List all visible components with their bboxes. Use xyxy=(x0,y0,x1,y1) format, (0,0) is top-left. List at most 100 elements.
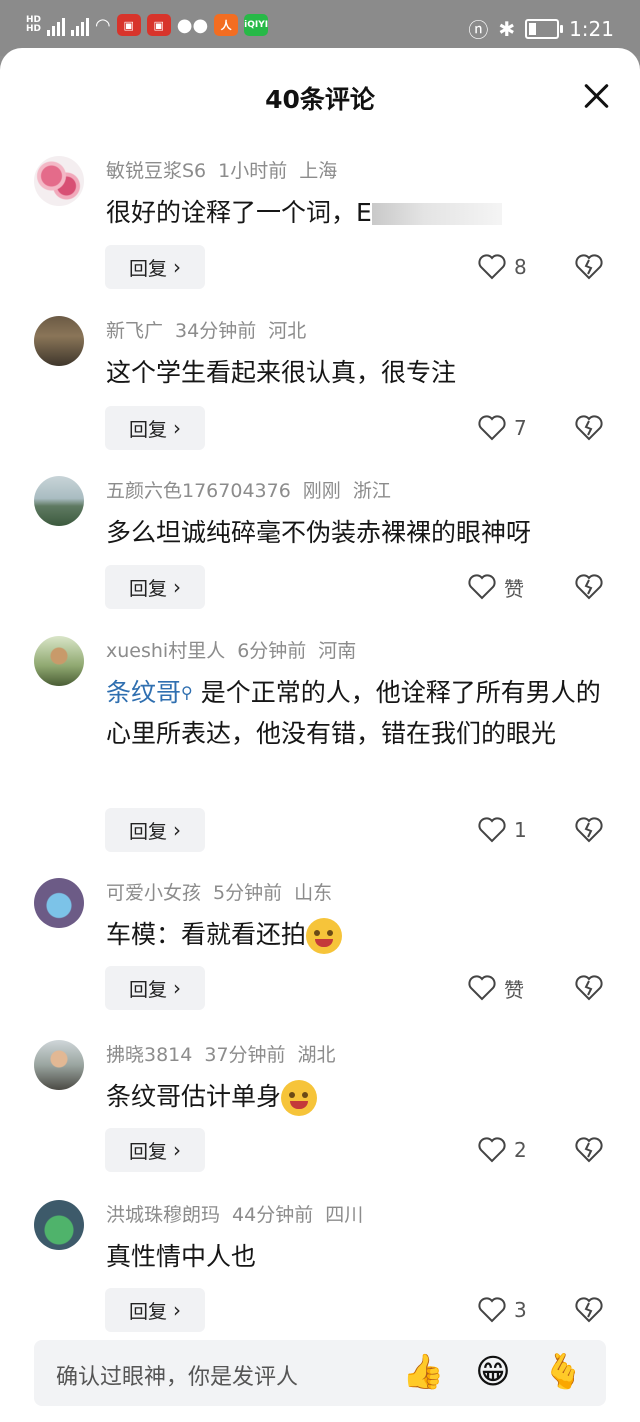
comment-username[interactable]: 新飞广 xyxy=(106,320,163,342)
heart-hand-icon[interactable]: 🫰 xyxy=(542,1351,584,1393)
comment-time: 34分钟前 xyxy=(175,320,257,342)
status-left-icons: HD HD ◠ ▣ ▣ ●● 人 iQIYI xyxy=(26,14,269,36)
comment-text: 条纹哥估计单身 xyxy=(106,1076,606,1117)
app-icon-orange: 人 xyxy=(214,14,239,36)
comment-text: 真性情中人也 xyxy=(106,1242,257,1271)
avatar[interactable] xyxy=(34,1040,84,1090)
comment-username[interactable]: xueshi村里人 xyxy=(106,640,225,662)
heart-icon xyxy=(468,574,496,600)
reply-button[interactable]: 回复 › xyxy=(105,565,205,609)
comments-sheet: 40条评论 敏锐豆浆S6 1小时前 上海 很好的诠释了一个词，E 回复 › 8 新飞广… xyxy=(0,48,640,1422)
signal-4g-icon xyxy=(47,14,66,36)
like-button[interactable]: 赞 xyxy=(468,966,548,1010)
like-count: 2 xyxy=(514,1138,527,1162)
search-icon: ⚲ xyxy=(181,683,193,702)
heart-icon xyxy=(478,415,506,441)
chevron-right-icon: › xyxy=(173,976,181,1000)
like-button[interactable]: 8 xyxy=(478,245,558,289)
grin-icon[interactable]: 😁 xyxy=(472,1351,514,1393)
comment-location: 浙江 xyxy=(352,480,391,502)
comment-username[interactable]: 拂晓3814 xyxy=(106,1044,192,1066)
comment-location: 河南 xyxy=(318,640,357,662)
comment-text: 车模：看就看还拍 xyxy=(106,914,606,955)
comment-input-bar[interactable]: 确认过眼神，你是发评人 👍 😁 🫰 xyxy=(34,1340,606,1406)
reply-button[interactable]: 回复 › xyxy=(105,245,205,289)
avatar[interactable] xyxy=(34,476,84,526)
iqiyi-icon: iQIYI xyxy=(244,14,269,36)
dislike-button[interactable] xyxy=(573,1288,605,1332)
comment-time: 6分钟前 xyxy=(237,640,307,662)
app-icon-red: ▣ xyxy=(146,14,171,36)
comment-time: 37分钟前 xyxy=(204,1044,286,1066)
bluetooth-icon: ✱ xyxy=(498,16,516,41)
chevron-right-icon: › xyxy=(173,575,181,599)
heart-icon xyxy=(468,975,496,1001)
comment-input-placeholder[interactable]: 确认过眼神，你是发评人 xyxy=(56,1359,298,1391)
like-button[interactable]: 7 xyxy=(478,406,558,450)
broken-heart-icon xyxy=(575,975,603,1001)
broken-heart-icon xyxy=(575,1137,603,1163)
reply-button[interactable]: 回复 › xyxy=(105,808,205,852)
dislike-button[interactable] xyxy=(573,1128,605,1172)
thumbs-up-icon[interactable]: 👍 xyxy=(402,1351,444,1393)
comment-username[interactable]: 可爱小女孩 xyxy=(106,882,201,904)
comment-username[interactable]: 敏锐豆浆S6 xyxy=(106,160,206,182)
comment-location: 上海 xyxy=(299,160,338,182)
comment-time: 5分钟前 xyxy=(213,882,283,904)
like-button[interactable]: 3 xyxy=(478,1288,558,1332)
heart-icon xyxy=(478,1137,506,1163)
comment-username[interactable]: 洪城珠穆朗玛 xyxy=(106,1204,220,1226)
chevron-right-icon: › xyxy=(173,416,181,440)
mention-link[interactable]: 条纹哥 xyxy=(106,678,181,707)
nfc-icon: ⓝ xyxy=(468,18,489,42)
comment-meta: 新飞广 34分钟前 河北 xyxy=(106,316,318,343)
broken-heart-icon xyxy=(575,574,603,600)
comment-location: 湖北 xyxy=(297,1044,336,1066)
chevron-right-icon: › xyxy=(173,818,181,842)
chevron-right-icon: › xyxy=(173,1138,181,1162)
comment-meta: 敏锐豆浆S6 1小时前 上海 xyxy=(106,156,349,183)
comment-meta: 五颜六色176704376 刚刚 浙江 xyxy=(106,476,403,503)
like-count: 8 xyxy=(514,255,527,279)
chevron-right-icon: › xyxy=(173,1298,181,1322)
comment-location: 山东 xyxy=(294,882,333,904)
comment-text: 多么坦诚纯碎毫不伪装赤裸裸的眼神呀 xyxy=(106,518,532,547)
wechat-icon: ●● xyxy=(176,14,209,36)
avatar[interactable] xyxy=(34,636,84,686)
battery-icon xyxy=(525,18,564,39)
dislike-button[interactable] xyxy=(573,808,605,852)
like-count: 赞 xyxy=(504,576,524,601)
signal-4g-icon xyxy=(71,14,90,36)
like-button[interactable]: 1 xyxy=(478,808,558,852)
avatar[interactable] xyxy=(34,156,84,206)
close-icon[interactable] xyxy=(582,82,610,110)
comment-username[interactable]: 五颜六色176704376 xyxy=(106,480,291,502)
reply-button[interactable]: 回复 › xyxy=(105,966,205,1010)
dislike-button[interactable] xyxy=(573,565,605,609)
dislike-button[interactable] xyxy=(573,406,605,450)
heart-icon xyxy=(478,817,506,843)
broken-heart-icon xyxy=(575,817,603,843)
laughing-emoji-icon xyxy=(281,1080,318,1116)
dislike-button[interactable] xyxy=(573,245,605,289)
comment-text: 这个学生看起来很认真，很专注 xyxy=(106,358,457,387)
avatar[interactable] xyxy=(34,1200,84,1250)
blurred-text xyxy=(371,203,502,225)
wifi-icon: ◠ xyxy=(95,14,111,36)
heart-icon xyxy=(478,1297,506,1323)
comment-meta: xueshi村里人 6分钟前 河南 xyxy=(106,636,368,663)
status-time: 1:21 xyxy=(569,16,614,41)
reply-button[interactable]: 回复 › xyxy=(105,406,205,450)
like-button[interactable]: 赞 xyxy=(468,565,548,609)
reply-button[interactable]: 回复 › xyxy=(105,1128,205,1172)
avatar[interactable] xyxy=(34,316,84,366)
reply-button[interactable]: 回复 › xyxy=(105,1288,205,1332)
dislike-button[interactable] xyxy=(573,966,605,1010)
like-button[interactable]: 2 xyxy=(478,1128,558,1172)
status-right-icons: ⓝ ✱ 1:21 xyxy=(468,14,614,43)
avatar[interactable] xyxy=(34,878,84,928)
comments-title: 40条评论 xyxy=(265,85,375,114)
comment-meta: 洪城珠穆朗玛 44分钟前 四川 xyxy=(106,1200,375,1227)
comment-meta: 拂晓3814 37分钟前 湖北 xyxy=(106,1040,348,1067)
heart-icon xyxy=(478,254,506,280)
